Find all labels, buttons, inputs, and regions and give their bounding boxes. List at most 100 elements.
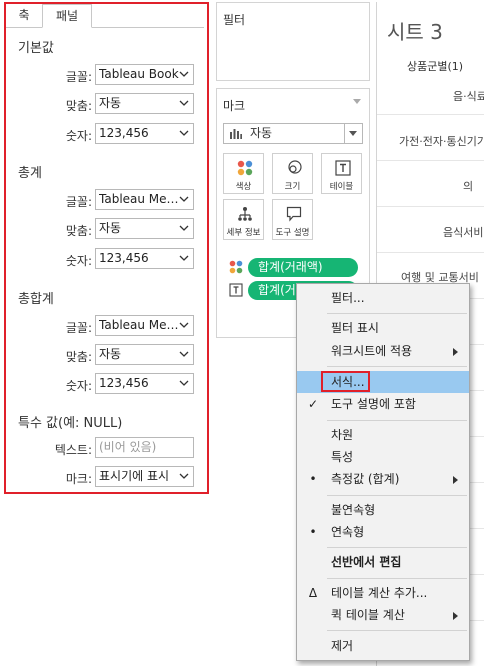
delta-icon: Δ [308,586,318,600]
submenu-arrow-icon [453,348,458,356]
row-divider [377,160,484,161]
menu-item-show-filter[interactable]: 필터 표시 [297,317,469,339]
format-pane: 축 패널 기본값 글꼴: Tableau Book 맞춤: 자동 숫자: 123… [0,0,212,666]
totals-number-dropdown[interactable]: 123,456 [95,248,194,269]
special-text-input[interactable]: (비어 있음) [95,437,194,458]
special-mark-dropdown[interactable]: 표시기에 표시 [95,466,194,487]
menu-item-format[interactable]: 서식... [297,371,469,393]
marks-tooltip-button[interactable]: 도구 설명 [272,199,313,240]
menu-item-add-table-calc[interactable]: Δ 테이블 계산 추가... [297,582,469,604]
marks-title: 마크 [223,99,246,113]
label-icon [335,160,351,176]
menu-item-label: 차원 [331,428,354,442]
menu-item-label: 불연속형 [331,503,376,517]
mark-type-value: 자동 [250,126,273,140]
tab-pane[interactable]: 패널 [42,4,92,28]
grand-font-value: Tableau Medium [99,318,179,332]
chevron-down-icon [179,380,189,386]
totals-number-label: 숫자: [65,254,92,268]
menu-separator [327,547,467,548]
default-font-dropdown[interactable]: Tableau Book [95,64,194,85]
marks-tooltip-label: 도구 설명 [275,228,310,238]
menu-item-remove[interactable]: 제거 [297,635,469,657]
bullet-icon: • [309,472,317,486]
marks-detail-button[interactable]: 세부 정보 [223,199,264,240]
menu-item-edit-in-shelf[interactable]: 선반에서 편집 [297,551,469,573]
color-icon [229,260,243,274]
menu-item-label: 필터... [331,291,365,305]
marks-size-label: 크기 [284,182,301,192]
section-title-special-values: 특수 값(예: NULL) [18,416,123,431]
default-font-label: 글꼴: [65,70,92,84]
totals-font-dropdown[interactable]: Tableau Medium [95,189,194,210]
default-align-dropdown[interactable]: 자동 [95,93,194,114]
menu-item-filter[interactable]: 필터... [297,287,469,309]
category-label: 음·식료 [453,90,484,103]
menu-item-label: 연속형 [331,525,365,539]
detail-icon [238,207,252,221]
grand-align-value: 자동 [99,347,122,361]
tab-axis[interactable]: 축 [8,4,40,28]
menu-item-label: 제거 [331,639,354,653]
label-icon [229,283,243,297]
menu-item-dimension[interactable]: 차원 [297,424,469,446]
chevron-down-icon [179,196,189,202]
totals-font-label: 글꼴: [65,195,92,209]
row-divider [377,114,484,115]
menu-item-measure[interactable]: • 측정값 (합계) [297,468,469,490]
menu-item-label: 도구 설명에 포함 [331,397,416,411]
mark-type-dropdown[interactable]: 자동 [223,123,363,144]
menu-item-attribute[interactable]: 특성 [297,446,469,468]
chevron-down-icon [179,473,189,479]
menu-separator [327,578,467,579]
totals-font-value: Tableau Medium [99,192,179,206]
category-label: 음식서비 [443,226,484,239]
special-mark-value: 표시기에 표시 [99,469,170,483]
context-menu: 필터... 필터 표시 워크시트에 적용 서식... ✓ 도구 설명에 포함 차… [296,283,470,661]
menu-separator [327,366,467,367]
grand-font-dropdown[interactable]: Tableau Medium [95,315,194,336]
row-divider [377,206,484,207]
menu-item-label: 테이블 계산 추가... [331,586,428,600]
chevron-down-icon [179,351,189,357]
grand-align-dropdown[interactable]: 자동 [95,344,194,365]
default-align-value: 자동 [99,96,122,110]
marks-detail-label: 세부 정보 [226,228,261,238]
menu-item-include-in-tooltip[interactable]: ✓ 도구 설명에 포함 [297,393,469,415]
marks-label-label: 테이블 [329,182,354,192]
menu-item-continuous[interactable]: • 연속형 [297,521,469,543]
color-icon [237,160,253,176]
section-title-default: 기본값 [18,41,54,56]
category-label: 가전·전자·통신기기 [399,135,484,148]
chevron-down-icon [179,322,189,328]
marks-color-label: 색상 [235,182,252,192]
column-header[interactable]: 상품군별(1) [407,58,463,74]
special-text-label: 텍스트: [54,443,92,457]
totals-align-dropdown[interactable]: 자동 [95,218,194,239]
menu-separator [327,630,467,631]
marks-color-button[interactable]: 색상 [223,153,264,194]
caret-down-icon [349,131,357,136]
totals-align-label: 맞춤: [65,224,92,238]
menu-separator [327,313,467,314]
grand-align-label: 맞춤: [65,350,92,364]
marks-label-button[interactable]: 테이블 [321,153,362,194]
sheet-title: 시트 3 [387,20,443,44]
default-number-dropdown[interactable]: 123,456 [95,123,194,144]
caret-down-icon[interactable] [353,99,361,104]
menu-item-label: 필터 표시 [331,321,379,335]
marks-size-button[interactable]: 크기 [272,153,313,194]
filters-shelf[interactable]: 필터 [216,2,370,81]
color-field-pill[interactable]: 합계(거래액) [248,258,358,277]
default-number-label: 숫자: [65,129,92,143]
menu-item-label: 워크시트에 적용 [331,344,413,358]
checkmark-icon: ✓ [307,397,319,411]
menu-item-quick-table-calc[interactable]: 퀵 테이블 계산 [297,604,469,626]
default-number-value: 123,456 [99,126,149,140]
grand-number-value: 123,456 [99,376,149,390]
size-icon [288,160,302,174]
filters-title: 필터 [223,13,246,27]
menu-item-discrete[interactable]: 불연속형 [297,499,469,521]
grand-number-dropdown[interactable]: 123,456 [95,373,194,394]
menu-item-apply-to-worksheets[interactable]: 워크시트에 적용 [297,340,469,362]
